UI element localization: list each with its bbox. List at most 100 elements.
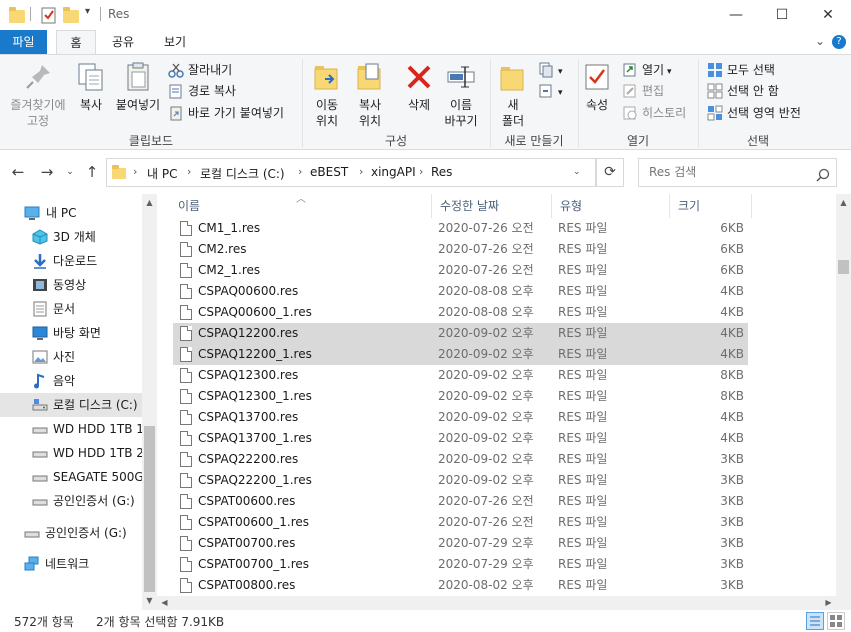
- file-row[interactable]: CSPAT00700.res 2020-07-29 오후 RES 파일 3KB: [173, 533, 748, 554]
- scroll-up-icon[interactable]: ▲: [142, 196, 157, 210]
- tab-file[interactable]: 파일: [0, 30, 47, 54]
- scroll-right-icon[interactable]: ▶: [821, 596, 836, 610]
- details-view-icon[interactable]: [806, 612, 824, 630]
- file-row[interactable]: CSPAT00700_1.res 2020-07-29 오후 RES 파일 3KB: [173, 554, 748, 575]
- maximize-button[interactable]: ☐: [759, 0, 805, 30]
- file-row[interactable]: CM2.res 2020-07-26 오전 RES 파일 6KB: [173, 239, 748, 260]
- nav-item-videos[interactable]: 동영상: [0, 273, 142, 297]
- column-header-date[interactable]: 수정한 날짜: [432, 194, 552, 218]
- nav-item-wd-hdd-2[interactable]: WD HDD 1TB 2: [0, 441, 142, 465]
- easy-access-button[interactable]: ▾: [538, 81, 563, 101]
- file-row[interactable]: CSPAQ22200.res 2020-09-02 오후 RES 파일 3KB: [173, 449, 748, 470]
- nav-item-cert-drive[interactable]: 공인인증서 (G:): [0, 489, 142, 513]
- tab-home[interactable]: 홈: [56, 30, 96, 54]
- properties-label: 속성: [585, 98, 609, 112]
- column-header-name[interactable]: 이름: [170, 194, 432, 218]
- select-none-button[interactable]: 선택 안 함: [707, 81, 779, 101]
- file-row[interactable]: CSPAT00800.res 2020-08-02 오후 RES 파일 3KB: [173, 575, 748, 596]
- nav-pane-scrollbar[interactable]: ▲ ▼: [142, 194, 157, 610]
- address-bar[interactable]: › 내 PC › 로컬 디스크 (C:) › eBEST › xingAPI ›…: [106, 158, 596, 187]
- column-header-type[interactable]: 유형: [552, 194, 670, 218]
- recent-locations-chevron-icon[interactable]: ⌄: [60, 162, 80, 182]
- breadcrumb-local-disk[interactable]: 로컬 디스크 (C:): [200, 165, 285, 182]
- nav-item-local-disk[interactable]: 로컬 디스크 (C:): [0, 393, 142, 417]
- nav-item-network[interactable]: 네트워크: [0, 552, 142, 576]
- file-row[interactable]: CSPAQ12200_1.res 2020-09-02 오후 RES 파일 4KB: [173, 344, 748, 365]
- file-row[interactable]: CM2_1.res 2020-07-26 오전 RES 파일 6KB: [173, 260, 748, 281]
- file-size: 4KB: [720, 410, 744, 424]
- nav-item-3d-objects[interactable]: 3D 개체: [0, 225, 142, 249]
- minimize-button[interactable]: —: [713, 0, 759, 30]
- pin-to-quick-access-button[interactable]: 즐겨찾기에 고정: [4, 61, 72, 129]
- open-button[interactable]: 열기 ▾: [622, 60, 671, 80]
- nav-item-wd-hdd-1[interactable]: WD HDD 1TB 1: [0, 417, 142, 441]
- file-row[interactable]: CSPAT00600_1.res 2020-07-26 오전 RES 파일 3KB: [173, 512, 748, 533]
- file-list-scrollbar[interactable]: ▲: [836, 194, 851, 610]
- copy-path-button[interactable]: 경로 복사: [168, 81, 236, 101]
- file-row[interactable]: CSPAQ13700.res 2020-09-02 오후 RES 파일 4KB: [173, 407, 748, 428]
- drive-icon: [24, 525, 40, 541]
- file-row[interactable]: CSPAT00600.res 2020-07-26 오전 RES 파일 3KB: [173, 491, 748, 512]
- tab-view[interactable]: 보기: [153, 30, 197, 54]
- paste-button[interactable]: 붙여넣기: [113, 61, 163, 113]
- up-arrow-icon[interactable]: ↑: [82, 162, 102, 182]
- properties-icon[interactable]: [41, 6, 57, 24]
- nav-item-pictures[interactable]: 사진: [0, 345, 142, 369]
- scrollbar-thumb[interactable]: [144, 426, 155, 592]
- breadcrumb-xingapi[interactable]: xingAPI: [371, 165, 416, 179]
- back-arrow-icon[interactable]: ←: [8, 162, 28, 182]
- file-name: CSPAQ12300.res: [198, 368, 299, 382]
- scroll-left-icon[interactable]: ◀: [157, 596, 172, 610]
- select-all-button[interactable]: 모두 선택: [707, 60, 775, 80]
- file-row[interactable]: CSPAQ12300.res 2020-09-02 오후 RES 파일 8KB: [173, 365, 748, 386]
- breadcrumb-ebest[interactable]: eBEST: [310, 165, 348, 179]
- delete-button[interactable]: 삭제: [401, 61, 437, 113]
- nav-item-this-pc[interactable]: 내 PC: [0, 201, 142, 225]
- breadcrumb-this-pc[interactable]: 내 PC: [147, 165, 177, 182]
- new-item-button[interactable]: ▾: [538, 60, 563, 80]
- breadcrumb-res[interactable]: Res: [431, 165, 452, 179]
- nav-item-documents[interactable]: 문서: [0, 297, 142, 321]
- column-header-size[interactable]: 크기: [670, 194, 752, 218]
- nav-item-desktop[interactable]: 바탕 화면: [0, 321, 142, 345]
- close-button[interactable]: ✕: [805, 0, 851, 30]
- help-icon[interactable]: ?: [832, 35, 846, 49]
- large-icons-view-icon[interactable]: [827, 612, 845, 630]
- file-row[interactable]: CSPAQ22200_1.res 2020-09-02 오후 RES 파일 3KB: [173, 470, 748, 491]
- scrollbar-thumb[interactable]: [838, 260, 849, 274]
- nav-item-downloads[interactable]: 다운로드: [0, 249, 142, 273]
- refresh-icon[interactable]: ⟳: [596, 158, 624, 187]
- file-type: RES 파일: [558, 494, 608, 508]
- properties-button[interactable]: 속성: [581, 61, 613, 113]
- new-folder-button[interactable]: 새 폴더: [496, 61, 530, 129]
- file-row[interactable]: CSPAQ00600_1.res 2020-08-08 오후 RES 파일 4KB: [173, 302, 748, 323]
- history-button[interactable]: 히스토리: [622, 103, 686, 123]
- nav-item-cert-drive-root[interactable]: 공인인증서 (G:): [0, 521, 142, 545]
- horizontal-scrollbar[interactable]: ◀ ▶: [157, 596, 836, 610]
- move-to-button[interactable]: 이동 위치: [307, 61, 347, 129]
- ribbon: 즐겨찾기에 고정 복사 붙여넣기 잘라내기 경로 복사 바로 가기 붙여넣기 클…: [0, 54, 851, 150]
- copy-button[interactable]: 복사: [74, 61, 108, 113]
- paste-shortcut-button[interactable]: 바로 가기 붙여넣기: [168, 103, 284, 123]
- nav-item-music[interactable]: 음악: [0, 369, 142, 393]
- nav-item-seagate[interactable]: SEAGATE 500GB: [0, 465, 142, 489]
- cut-button[interactable]: 잘라내기: [168, 60, 232, 80]
- ribbon-collapse-icon[interactable]: ⌄: [815, 34, 825, 48]
- file-row[interactable]: CM1_1.res 2020-07-26 오전 RES 파일 6KB: [173, 218, 748, 239]
- copy-to-button[interactable]: 복사 위치: [350, 61, 390, 129]
- tab-share[interactable]: 공유: [101, 30, 145, 54]
- scroll-up-icon[interactable]: ▲: [836, 196, 851, 210]
- file-row[interactable]: CSPAQ13700_1.res 2020-09-02 오후 RES 파일 4KB: [173, 428, 748, 449]
- search-input[interactable]: Res 검색: [638, 158, 837, 187]
- address-dropdown-chevron-icon[interactable]: ⌄: [573, 167, 581, 177]
- invert-selection-button[interactable]: 선택 영역 반전: [707, 103, 801, 123]
- rename-button[interactable]: 이름 바꾸기: [440, 61, 482, 129]
- customize-chevron-icon[interactable]: ▾: [85, 6, 90, 24]
- file-row[interactable]: CSPAQ12200.res 2020-09-02 오후 RES 파일 4KB: [173, 323, 748, 344]
- file-row[interactable]: CSPAQ12300_1.res 2020-09-02 오후 RES 파일 8KB: [173, 386, 748, 407]
- forward-arrow-icon[interactable]: →: [37, 162, 57, 182]
- breadcrumb-chevron-icon: ›: [133, 165, 138, 178]
- edit-button[interactable]: 편집: [622, 81, 664, 101]
- file-row[interactable]: CSPAQ00600.res 2020-08-08 오후 RES 파일 4KB: [173, 281, 748, 302]
- scroll-down-icon[interactable]: ▼: [142, 594, 157, 608]
